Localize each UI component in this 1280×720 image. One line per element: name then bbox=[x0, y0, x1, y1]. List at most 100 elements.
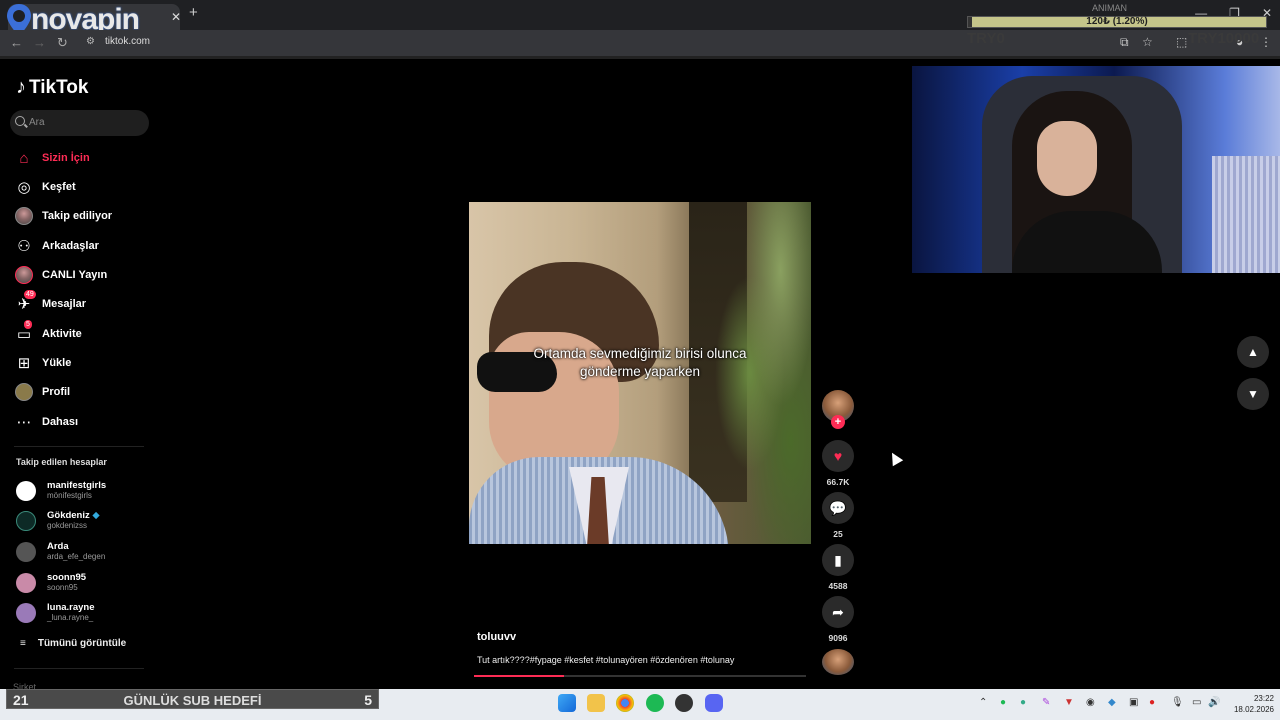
tiktok-note-icon: ♪ bbox=[16, 76, 26, 98]
webcam-overlay bbox=[912, 66, 1280, 273]
forward-icon[interactable]: → bbox=[33, 35, 46, 50]
address-bar: ← → ↻ ⚙ tiktok.com ⧉ ☆ ⬚ ● ⋮ bbox=[0, 30, 1280, 56]
chrome-icon[interactable] bbox=[616, 694, 634, 712]
tray-pen-icon[interactable]: ✎ bbox=[1042, 697, 1050, 708]
follow-plus-icon[interactable]: + bbox=[831, 415, 845, 429]
account-item[interactable]: soonn95 soonn95 bbox=[16, 571, 156, 595]
network-icon[interactable]: ▭ bbox=[1192, 697, 1201, 708]
nav-messages[interactable]: ✈ 49 Mesajlar bbox=[14, 290, 154, 315]
account-item[interactable]: Arda arda_efe_degen bbox=[16, 540, 156, 564]
nav-activity[interactable]: ▭ 5 Aktivite bbox=[14, 320, 154, 345]
tray-github-icon[interactable]: ◉ bbox=[1086, 697, 1095, 708]
reload-icon[interactable]: ↻ bbox=[57, 35, 68, 51]
account-item[interactable]: Gökdeniz ◆ gokdenizss bbox=[16, 509, 156, 533]
tray-app-icon[interactable]: ● bbox=[1020, 697, 1026, 708]
volume-icon[interactable]: 🔊 bbox=[1208, 697, 1220, 708]
file-explorer-icon[interactable] bbox=[587, 694, 605, 712]
nav-label: Mesajlar bbox=[42, 298, 87, 310]
taskbar-clock[interactable]: 23:22 18.02.2026 bbox=[1228, 693, 1274, 715]
clock-time: 23:22 bbox=[1253, 694, 1274, 703]
nav-live[interactable]: CANLI Yayın bbox=[14, 264, 154, 286]
nav-profile[interactable]: Profil bbox=[14, 381, 154, 403]
search-placeholder: Ara bbox=[29, 117, 45, 128]
comment-action[interactable]: 💬 25 bbox=[822, 492, 854, 539]
account-name: soonn95 bbox=[47, 572, 87, 583]
verified-icon: ◆ bbox=[92, 510, 100, 521]
nav-label: CANLI Yayın bbox=[42, 269, 108, 281]
nav-upload[interactable]: ⊞ Yükle bbox=[14, 352, 154, 374]
microphone-icon[interactable]: 🎙 bbox=[1171, 697, 1184, 708]
url-text[interactable]: tiktok.com bbox=[105, 36, 150, 47]
tray-device-icon[interactable]: ▣ bbox=[1129, 697, 1138, 708]
webcam-radiator bbox=[1212, 156, 1280, 273]
nav-friends[interactable]: ⚇ Arkadaşlar bbox=[14, 235, 154, 257]
account-name: luna.rayne bbox=[47, 602, 95, 613]
sub-goal-current: 21 bbox=[13, 692, 29, 708]
sub-goal-widget: GÜNLÜK SUB HEDEFİ 21 5 bbox=[6, 689, 379, 709]
account-name: Arda bbox=[47, 541, 69, 552]
see-all-button[interactable]: ≡ Tümünü görüntüle bbox=[20, 638, 126, 649]
share-count: 9096 bbox=[828, 633, 848, 643]
nav-more[interactable]: ⋯ Dahası bbox=[14, 411, 154, 433]
profile-avatar bbox=[14, 382, 34, 402]
video-player[interactable]: Ortamda sevmediğimiz birisi olunca gönde… bbox=[469, 202, 811, 544]
chevron-down-icon[interactable]: ▼ bbox=[1237, 378, 1269, 410]
save-action[interactable]: ▮ 4588 bbox=[822, 544, 854, 591]
following-avatar bbox=[14, 206, 34, 226]
activity-icon: ▭ 5 bbox=[16, 320, 32, 343]
video-progress-bar[interactable] bbox=[474, 675, 806, 677]
divider bbox=[14, 446, 144, 447]
heart-icon[interactable]: ♥ bbox=[822, 440, 854, 472]
spotify-icon[interactable] bbox=[646, 694, 664, 712]
like-action[interactable]: ♥ 66.7K bbox=[822, 440, 854, 487]
tab-close-icon[interactable]: ✕ bbox=[171, 10, 181, 24]
account-name: manifestgirls bbox=[47, 480, 107, 491]
comment-count: 25 bbox=[833, 529, 843, 539]
new-tab-icon[interactable]: + bbox=[189, 4, 198, 21]
share-icon[interactable]: ➦ bbox=[822, 596, 854, 628]
back-icon[interactable]: ← bbox=[10, 35, 23, 50]
tiktok-logo[interactable]: ♪ TikTok bbox=[16, 76, 88, 99]
discord-icon[interactable] bbox=[705, 694, 723, 712]
windows-start-icon[interactable] bbox=[558, 694, 576, 712]
account-handle: soonn95 bbox=[47, 583, 78, 592]
sound-avatar[interactable] bbox=[822, 649, 854, 675]
comment-icon[interactable]: 💬 bbox=[822, 492, 854, 524]
chevron-up-icon[interactable]: ▲ bbox=[1237, 336, 1269, 368]
upload-plus-icon: ⊞ bbox=[17, 355, 31, 372]
obs-icon[interactable] bbox=[675, 694, 693, 712]
video-author[interactable]: toluuvv bbox=[477, 631, 516, 643]
site-info-icon[interactable]: ⚙ bbox=[86, 36, 95, 47]
tray-network-app-icon[interactable]: ◆ bbox=[1108, 697, 1116, 708]
tray-spotify-icon[interactable]: ● bbox=[1000, 697, 1006, 708]
bookmark-star-icon[interactable]: ☆ bbox=[1142, 35, 1153, 49]
extensions-icon[interactable]: ⬚ bbox=[1176, 35, 1187, 49]
install-icon[interactable]: ⧉ bbox=[1120, 35, 1129, 50]
account-handle: mönifestgirls bbox=[47, 491, 92, 500]
nav-for-you[interactable]: ⌂ Sizin İçin bbox=[14, 147, 154, 169]
nav-following[interactable]: Takip ediliyor bbox=[14, 205, 154, 227]
friends-icon: ⚇ bbox=[17, 238, 31, 255]
account-item[interactable]: manifestgirls mönifestgirls bbox=[16, 479, 156, 503]
avatar bbox=[16, 511, 36, 531]
sub-goal-target: 5 bbox=[364, 692, 372, 708]
tray-shield-icon[interactable]: ▼ bbox=[1064, 697, 1074, 708]
tray-chevron-icon[interactable]: ⌃ bbox=[979, 697, 987, 708]
avatar bbox=[16, 603, 36, 623]
share-action[interactable]: ➦ 9096 bbox=[822, 596, 854, 643]
more-dots-icon: ⋯ bbox=[16, 414, 32, 431]
divider bbox=[0, 56, 1280, 59]
donation-goal: TRY10000 bbox=[1188, 30, 1260, 47]
search-input[interactable]: Ara bbox=[10, 110, 149, 136]
nav-label: Dahası bbox=[42, 416, 79, 428]
avatar bbox=[16, 573, 36, 593]
menu-icon[interactable]: ⋮ bbox=[1260, 35, 1272, 49]
account-handle: gokdenizss bbox=[47, 521, 88, 530]
bookmark-icon[interactable]: ▮ bbox=[822, 544, 854, 576]
video-caption: Ortamda sevmediğimiz birisi olunca gönde… bbox=[533, 346, 747, 379]
nav-explore[interactable]: ◎ Keşfet bbox=[14, 176, 154, 198]
live-avatar bbox=[14, 265, 34, 285]
account-item[interactable]: luna.rayne _luna.rayne_ bbox=[16, 601, 156, 625]
video-progress-fill bbox=[474, 675, 564, 677]
tray-record-icon[interactable]: ● bbox=[1149, 697, 1155, 708]
